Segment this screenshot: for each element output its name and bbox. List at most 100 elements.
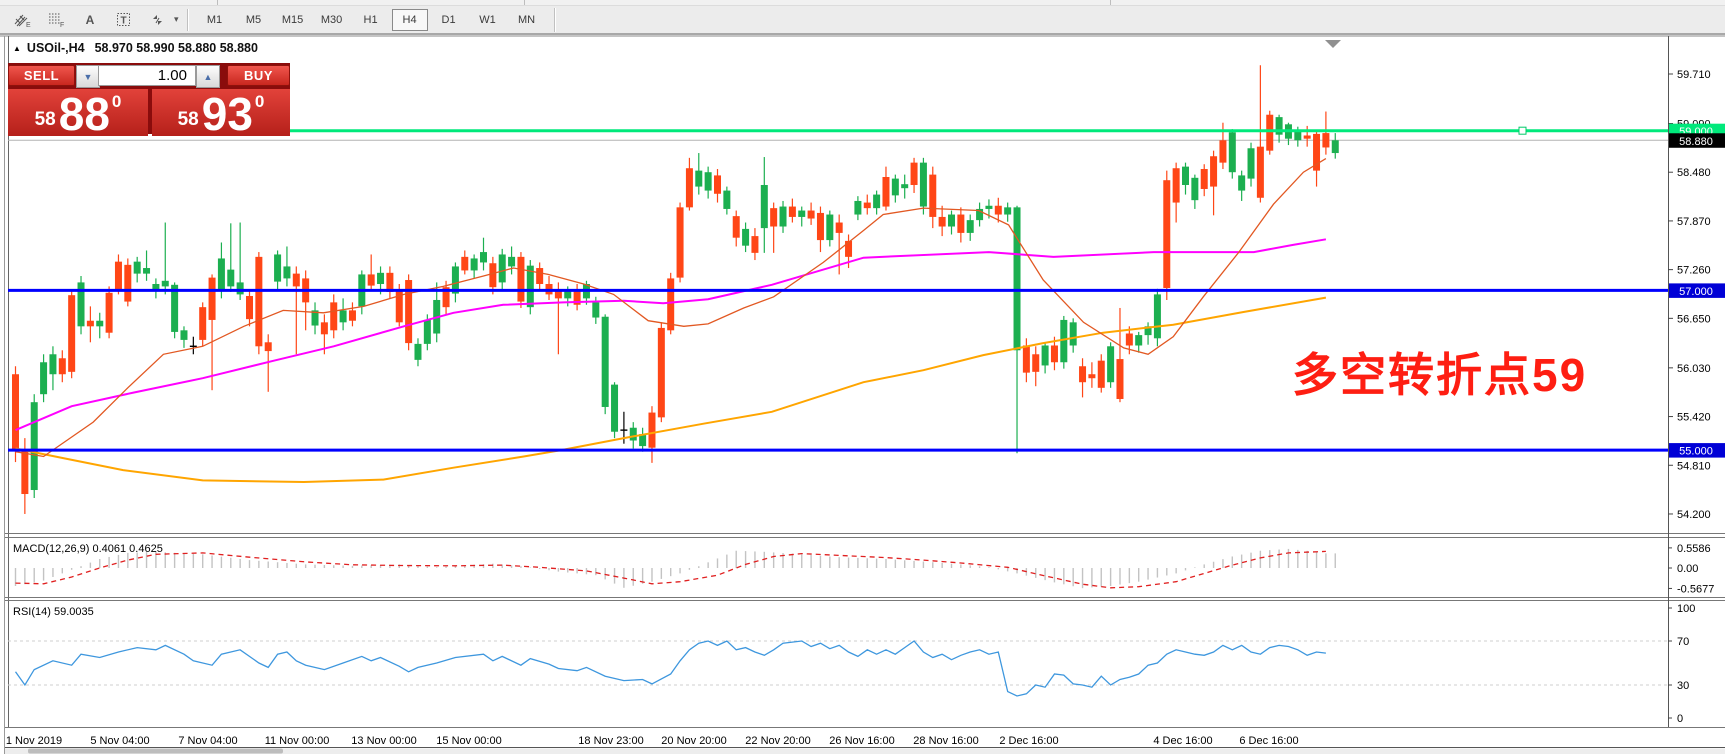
candle-body <box>368 274 375 285</box>
candle-body <box>330 302 337 330</box>
bid-price-big: 88 <box>59 97 110 133</box>
svg-text:15 Nov 00:00: 15 Nov 00:00 <box>436 735 501 747</box>
candle-body <box>733 216 740 238</box>
candle-body <box>1014 207 1021 350</box>
price-axis: 59.71059.09058.48057.87057.26056.65056.0… <box>1668 69 1725 521</box>
candle-body <box>854 201 861 215</box>
candle-body <box>1079 366 1086 382</box>
candle-body <box>87 321 94 327</box>
candle-body <box>892 179 899 196</box>
candle-body <box>686 168 693 207</box>
candle-body <box>1257 147 1264 198</box>
candle-body <box>489 263 496 287</box>
candle-body <box>1023 345 1030 372</box>
candle-body <box>920 163 927 207</box>
candle-body <box>611 385 618 432</box>
candle-body <box>134 262 141 274</box>
candle-body <box>68 295 75 372</box>
candle-body <box>1182 167 1189 185</box>
candle-body <box>967 220 974 233</box>
candle-body <box>265 342 272 351</box>
candle-body <box>1229 132 1236 172</box>
hline-drag-handle <box>1519 127 1526 134</box>
svg-text:18 Nov 23:00: 18 Nov 23:00 <box>578 735 643 747</box>
candle-body <box>461 257 468 271</box>
svg-text:56.030: 56.030 <box>1677 363 1711 375</box>
svg-text:MACD(12,26,9) 0.4061 0.4625: MACD(12,26,9) 0.4061 0.4625 <box>13 543 163 555</box>
candle-body <box>96 321 103 327</box>
candle-body <box>873 195 880 209</box>
candle-body <box>1051 345 1058 362</box>
candle-body <box>780 207 787 227</box>
bid-price[interactable]: 58880 <box>8 89 148 136</box>
bid-price-small: 58 <box>35 109 56 131</box>
candle-body <box>1098 361 1105 388</box>
candle-body <box>180 330 187 340</box>
candle-body <box>1163 180 1170 288</box>
candle-body <box>1304 135 1311 138</box>
collapse-panel-icon[interactable]: ▲ <box>13 44 21 53</box>
candle-body <box>911 163 918 185</box>
candle-body <box>124 265 131 302</box>
volume-decrease-button[interactable]: ▼ <box>76 65 100 88</box>
volume-input[interactable] <box>98 65 196 86</box>
candle-body <box>1238 175 1245 190</box>
ask-price-big: 93 <box>202 97 253 133</box>
svg-text:2 Dec 16:00: 2 Dec 16:00 <box>999 735 1058 747</box>
candle-body <box>480 252 487 262</box>
candle-body <box>901 184 908 188</box>
candle-body <box>695 171 702 187</box>
ask-price-small: 58 <box>178 109 199 131</box>
svg-text:30: 30 <box>1677 680 1689 692</box>
candle-body <box>1266 115 1273 151</box>
candle-body <box>658 328 665 417</box>
candle-body <box>985 206 992 209</box>
candle-body <box>789 207 796 217</box>
candle-body <box>237 282 244 294</box>
candle-body <box>21 450 28 494</box>
candle-body <box>1322 133 1329 147</box>
candle-body <box>414 344 421 360</box>
horizontal-scrollbar <box>5 749 1725 754</box>
volume-increase-button[interactable]: ▲ <box>196 65 220 88</box>
candle-body <box>948 215 955 227</box>
candle-body <box>836 223 843 233</box>
candle-body <box>274 254 281 281</box>
svg-text:RSI(14) 59.0035: RSI(14) 59.0035 <box>13 606 94 618</box>
candle-body <box>1107 346 1114 382</box>
candle-body <box>106 293 113 333</box>
candle-body <box>1219 140 1226 162</box>
candle-body <box>817 213 824 240</box>
svg-text:26 Nov 16:00: 26 Nov 16:00 <box>829 735 894 747</box>
mt4-window: EFAT▾ M1M5M15M30H1H4D1W1MN 59.71059.0905… <box>0 0 1725 754</box>
candle-body <box>255 257 262 346</box>
svg-text:0.5586: 0.5586 <box>1677 543 1711 555</box>
candle-body <box>761 185 768 228</box>
candle-body <box>143 268 150 274</box>
candle-body <box>1116 359 1123 399</box>
candle-body <box>864 203 871 209</box>
ask-price[interactable]: 58930 <box>152 89 290 136</box>
svg-text:55.420: 55.420 <box>1677 412 1711 424</box>
buy-button[interactable]: BUY <box>227 65 290 86</box>
candle-body <box>199 307 206 340</box>
svg-text:5 Nov 04:00: 5 Nov 04:00 <box>90 735 149 747</box>
candle-body <box>882 177 889 207</box>
candle-body <box>677 207 684 277</box>
chart-annotation-text: 多空转折点59 <box>1292 352 1587 398</box>
one-click-trading-panel: SELL ▼ ▲ BUY 58880 58930 <box>8 63 290 134</box>
ohlc-values: 58.970 58.990 58.880 58.880 <box>95 41 258 55</box>
candle-body <box>1191 178 1198 200</box>
scrollbar-thumb[interactable] <box>28 749 283 754</box>
sell-button[interactable]: SELL <box>8 65 75 86</box>
svg-text:22 Nov 20:00: 22 Nov 20:00 <box>745 735 810 747</box>
candle-body <box>499 254 506 282</box>
candle-body <box>227 270 234 287</box>
candle-body <box>424 320 431 344</box>
candle-body <box>377 273 384 284</box>
candle-body <box>508 257 515 267</box>
svg-text:0: 0 <box>1677 713 1683 725</box>
candle-body <box>1173 168 1180 202</box>
candle-body <box>536 268 543 284</box>
svg-text:54.810: 54.810 <box>1677 460 1711 472</box>
